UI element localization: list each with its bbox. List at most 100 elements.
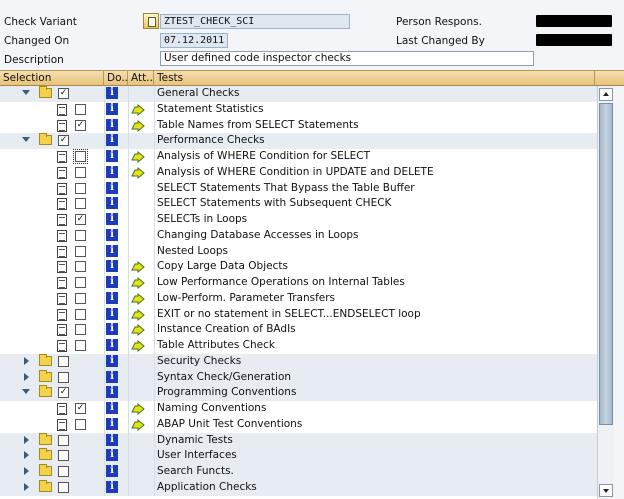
tree-check-row[interactable]: i Changing Database Accesses in Loops [0,227,597,244]
changed-on-field[interactable]: 07.12.2011 [160,33,228,48]
column-selection[interactable]: Selection [0,71,104,86]
tree-check-row[interactable]: ✓ i SELECTs in Loops [0,212,597,228]
execute-arrow-icon[interactable] [131,403,145,415]
execute-arrow-icon[interactable] [131,292,145,305]
check-checkbox[interactable]: ✓ [75,119,86,131]
check-checkbox[interactable] [75,229,86,241]
execute-arrow-icon[interactable] [131,103,145,116]
info-icon[interactable]: i [106,276,118,288]
check-checkbox[interactable] [75,308,86,320]
column-doc[interactable]: Do... [104,71,128,86]
check-checkbox[interactable] [75,277,86,288]
execute-arrow-icon[interactable] [131,261,145,274]
tree-group-row[interactable]: i Application Checks [0,479,597,496]
check-checkbox[interactable]: ✓ [75,403,86,414]
tree-check-row[interactable]: i Statement Statistics [0,101,597,118]
info-icon[interactable]: i [106,449,118,462]
tree-check-row[interactable]: i Analysis of WHERE Condition for SELECT [0,149,597,165]
tree-check-row[interactable]: i EXIT or no statement in SELECT...ENDSEL… [0,306,597,323]
info-icon[interactable]: i [106,480,118,493]
info-icon[interactable]: i [106,244,118,257]
check-checkbox[interactable] [75,324,86,336]
tree-check-row[interactable]: i Low-Perform. Parameter Transfers [0,290,597,307]
info-icon[interactable]: i [106,386,118,399]
check-checkbox[interactable] [75,103,86,115]
check-checkbox[interactable] [75,340,86,351]
check-checkbox[interactable] [75,418,86,430]
expand-triangle-icon[interactable] [24,356,29,365]
expand-triangle-icon[interactable] [24,451,29,460]
scroll-thumb[interactable] [599,103,613,425]
check-checkbox[interactable]: ✓ [75,214,86,225]
group-checkbox[interactable] [58,355,69,367]
check-checkbox[interactable] [75,261,86,273]
info-icon[interactable]: i [106,197,118,210]
tree-check-row[interactable]: ✓ i Naming Conventions [0,401,597,417]
tree-group-row[interactable]: i Syntax Check/Generation [0,369,597,386]
info-icon[interactable]: i [106,118,118,131]
check-checkbox[interactable] [75,198,86,210]
info-icon[interactable]: i [106,339,118,351]
info-icon[interactable]: i [106,134,118,147]
info-icon[interactable]: i [106,150,118,162]
info-icon[interactable]: i [106,165,118,178]
execute-arrow-icon[interactable] [131,340,145,352]
info-icon[interactable]: i [106,370,118,383]
tree-group-row[interactable]: i Dynamic Tests [0,432,597,449]
tree-check-row[interactable]: i Low Performance Operations on Internal … [0,275,597,291]
tree-group-row[interactable]: ✓ i Programming Conventions [0,385,597,401]
info-icon[interactable]: i [106,354,118,367]
execute-arrow-icon[interactable] [131,277,145,289]
check-checkbox[interactable] [73,149,88,164]
info-icon[interactable]: i [106,402,118,414]
scroll-down-button[interactable] [599,484,613,497]
collapse-triangle-icon[interactable] [22,137,30,143]
tree-group-row[interactable]: i User Interfaces [0,448,597,464]
tree-check-row[interactable]: ✓ i Table Names from SELECT Statements [0,117,597,134]
column-attributes[interactable]: Att... [128,71,154,86]
tree-group-row[interactable]: i Search Functs. [0,464,597,480]
info-icon[interactable]: i [106,181,118,194]
scroll-up-button[interactable] [599,88,613,101]
execute-arrow-icon[interactable] [131,119,145,132]
check-variant-field[interactable]: ZTEST_CHECK_SCI [160,14,350,29]
info-icon[interactable]: i [106,213,118,225]
expand-triangle-icon[interactable] [24,372,29,381]
expand-triangle-icon[interactable] [24,482,29,491]
value-help-button[interactable] [143,13,159,29]
tree-check-row[interactable]: i Table Attributes Check [0,338,597,354]
info-icon[interactable]: i [106,228,118,241]
info-icon[interactable]: i [106,417,118,430]
group-checkbox[interactable] [58,450,69,462]
tree-check-row[interactable]: i Instance Creation of BAdIs [0,322,597,338]
group-checkbox[interactable]: ✓ [58,88,69,99]
info-icon[interactable]: i [106,323,118,336]
tree-check-row[interactable]: i Nested Loops [0,243,597,260]
execute-arrow-icon[interactable] [131,308,145,321]
description-field[interactable]: User defined code inspector checks [160,51,534,66]
check-checkbox[interactable] [75,292,86,304]
collapse-triangle-icon[interactable] [22,90,30,95]
tree-check-row[interactable]: i Analysis of WHERE Condition in UPDATE a… [0,164,597,181]
info-icon[interactable]: i [106,465,118,477]
group-checkbox[interactable] [58,371,69,383]
info-icon[interactable]: i [106,433,118,446]
info-icon[interactable]: i [106,260,118,273]
tree-check-row[interactable]: i SELECT Statements with Subsequent CHECK [0,196,597,212]
expand-triangle-icon[interactable] [24,467,29,475]
execute-arrow-icon[interactable] [131,151,145,163]
check-checkbox[interactable] [75,166,86,178]
tree-check-row[interactable]: i ABAP Unit Test Conventions [0,416,597,433]
execute-arrow-icon[interactable] [131,166,145,179]
execute-arrow-icon[interactable] [131,418,145,431]
vertical-scrollbar[interactable] [597,86,614,499]
execute-arrow-icon[interactable] [131,324,145,337]
group-checkbox[interactable] [58,466,69,477]
check-checkbox[interactable] [75,182,86,194]
group-checkbox[interactable]: ✓ [58,135,69,147]
info-icon[interactable]: i [106,87,118,99]
collapse-triangle-icon[interactable] [22,389,30,395]
column-tests[interactable]: Tests [154,71,595,86]
group-checkbox[interactable] [58,434,69,446]
expand-triangle-icon[interactable] [24,435,29,444]
